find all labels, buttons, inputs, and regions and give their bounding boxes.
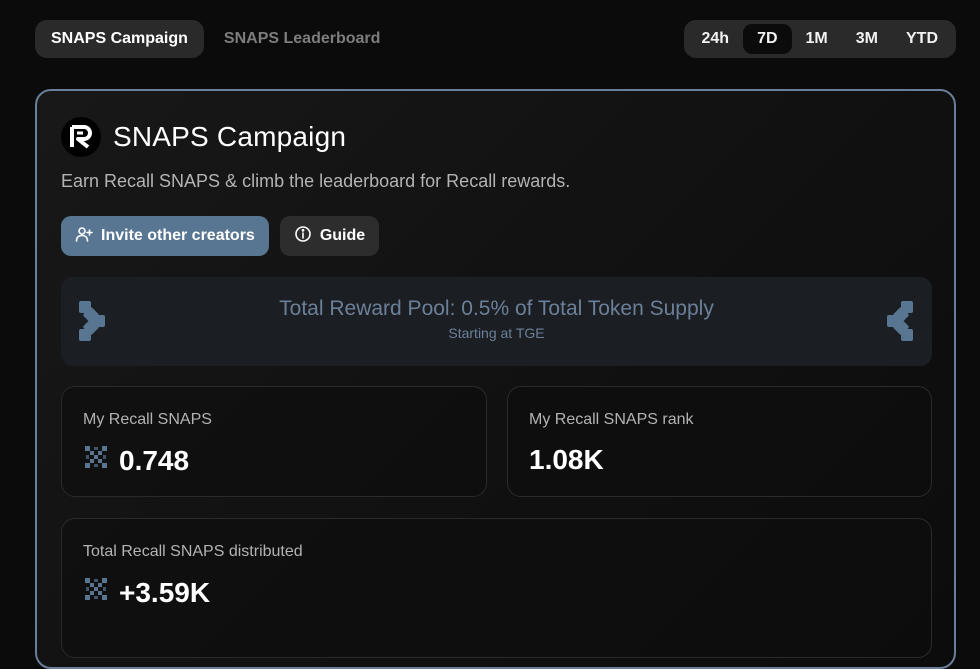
- reward-pool-title: Total Reward Pool: 0.5% of Total Token S…: [279, 297, 714, 320]
- card-actions: Invite other creators Guide: [61, 216, 380, 256]
- card-description: Earn Recall SNAPS & climb the leaderboar…: [61, 171, 571, 191]
- card-title: SNAPS Campaign: [113, 121, 347, 152]
- info-icon: [294, 225, 312, 248]
- distributed-snaps-label: Total Recall SNAPS distributed: [83, 543, 303, 560]
- my-snaps-card: My Recall SNAPS 0.748: [61, 386, 487, 497]
- range-ytd-button[interactable]: YTD: [892, 24, 952, 54]
- guide-label: Guide: [319, 227, 366, 244]
- tab-snaps-campaign[interactable]: SNAPS Campaign: [35, 20, 204, 58]
- campaign-card: SNAPS Campaign Earn Recall SNAPS & climb…: [35, 89, 956, 669]
- range-3m-button[interactable]: 3M: [842, 24, 892, 54]
- campaign-tabs: SNAPS Campaign SNAPS Leaderboard: [35, 20, 396, 58]
- my-snaps-value: 0.748: [119, 444, 190, 476]
- invite-creators-label: Invite other creators: [101, 227, 255, 244]
- add-user-icon: [75, 225, 93, 248]
- my-snaps-label: My Recall SNAPS: [83, 411, 212, 428]
- distributed-snaps-value: +3.59K: [119, 576, 211, 608]
- snaps-token-icon: [83, 576, 109, 609]
- distributed-snaps-value-row: +3.59K: [83, 576, 210, 609]
- top-nav: SNAPS Campaign SNAPS Leaderboard 24h 7D …: [35, 20, 956, 58]
- snaps-token-icon: [83, 444, 109, 477]
- invite-creators-button[interactable]: Invite other creators: [61, 216, 269, 256]
- range-1m-button[interactable]: 1M: [792, 24, 842, 54]
- range-7d-button[interactable]: 7D: [743, 24, 792, 54]
- card-header: SNAPS Campaign: [61, 117, 346, 157]
- my-rank-card: My Recall SNAPS rank 1.08K: [507, 386, 932, 497]
- tab-snaps-leaderboard[interactable]: SNAPS Leaderboard: [208, 20, 396, 58]
- share-icon: [886, 301, 914, 346]
- reward-pool-subtitle: Starting at TGE: [448, 325, 545, 341]
- my-rank-label: My Recall SNAPS rank: [529, 411, 694, 428]
- guide-button[interactable]: Guide: [279, 216, 380, 256]
- time-range-selector: 24h 7D 1M 3M YTD: [683, 20, 956, 58]
- recall-logo-icon: [61, 117, 101, 157]
- my-rank-value-row: 1.08K: [529, 444, 604, 476]
- reward-pool-banner: Total Reward Pool: 0.5% of Total Token S…: [61, 277, 932, 366]
- range-24h-button[interactable]: 24h: [688, 24, 744, 54]
- my-rank-value: 1.08K: [529, 444, 604, 475]
- reward-pool-text: Total Reward Pool: 0.5% of Total Token S…: [61, 297, 932, 341]
- my-snaps-value-row: 0.748: [83, 444, 189, 477]
- distributed-snaps-card: Total Recall SNAPS distributed +3.59K: [61, 518, 932, 658]
